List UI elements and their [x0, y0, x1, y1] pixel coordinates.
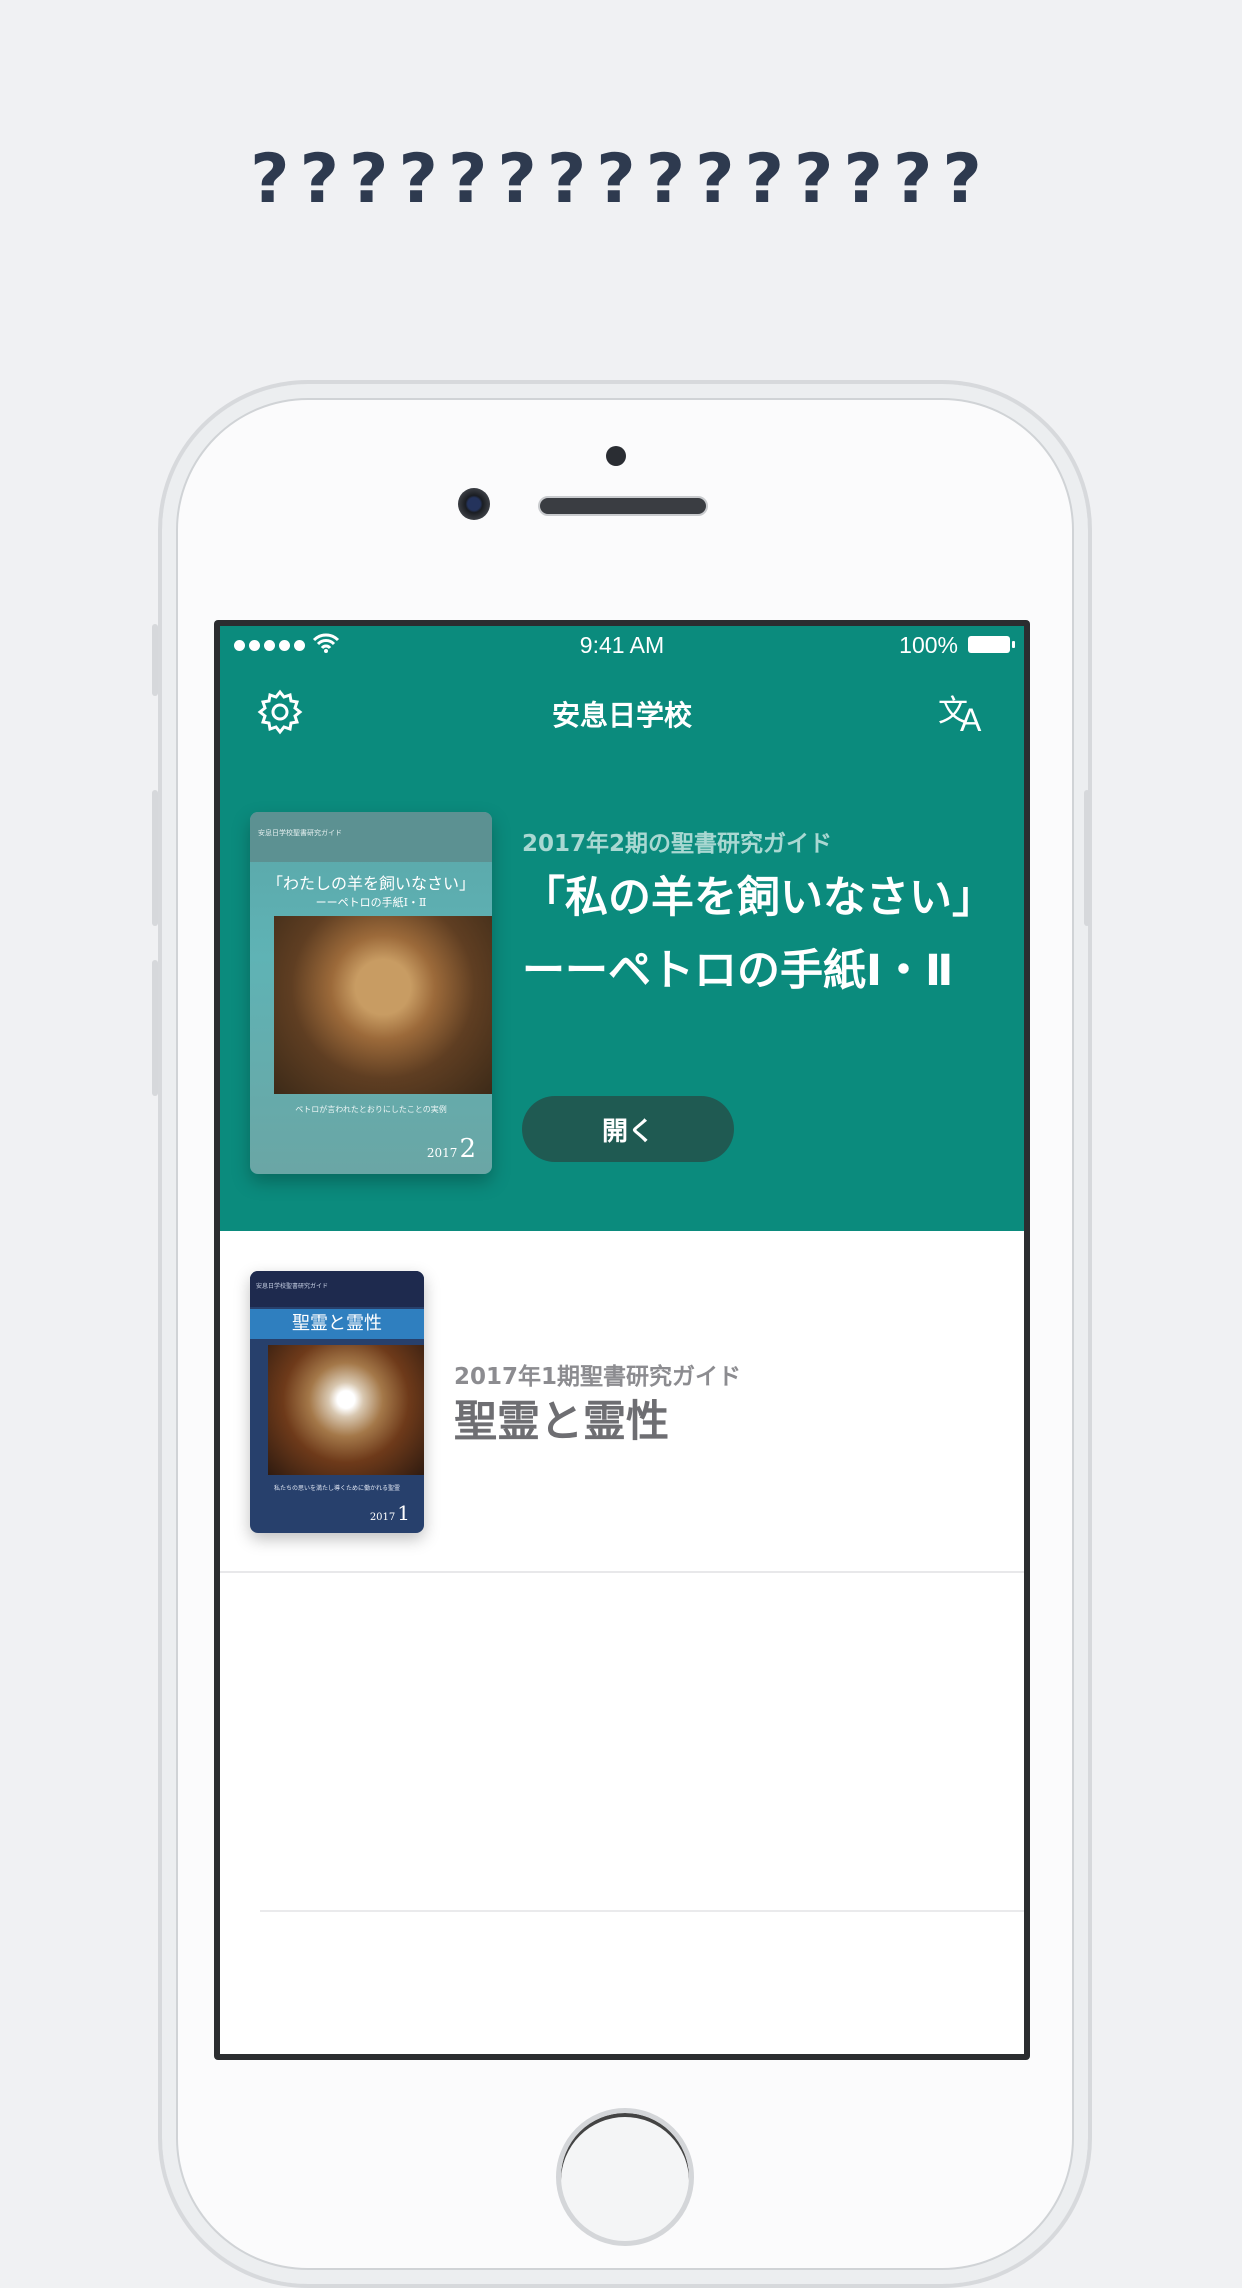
proximity-sensor	[606, 446, 626, 466]
open-button[interactable]: 開く	[522, 1096, 734, 1162]
cover-artwork	[274, 916, 492, 1094]
home-button	[556, 2108, 694, 2246]
list-divider	[260, 1910, 1024, 1912]
featured-kicker: 2017年2期の聖書研究ガイド	[522, 831, 833, 857]
cover-year: 2017 1	[369, 1501, 410, 1525]
cover-band: 安息日学校聖書研究ガイド	[250, 812, 492, 862]
cover-caption: ペトロが言われたとおりにしたことの実例	[295, 1105, 447, 1114]
cover-caption: 私たちの思いを満たし導くために働かれる聖霊	[273, 1485, 400, 1492]
cover-title: 「わたしの羊を飼いなさい」	[266, 874, 475, 893]
featured-section: 9:41 AM 100% 安息日学校 文A 安息日学校聖書研究ガイド 「わたしの…	[220, 626, 1024, 1231]
cover-band: 安息日学校聖書研究ガイド	[250, 1271, 424, 1307]
list-item[interactable]: 安息日学校聖書研究ガイド 聖霊と霊性 私たちの思いを満たし導くために働かれる聖霊…	[220, 1231, 1024, 1573]
cover-artwork	[268, 1345, 424, 1475]
featured-cover[interactable]: 安息日学校聖書研究ガイド 「わたしの羊を飼いなさい」 ーーペトロの手紙Ⅰ・Ⅱ ペ…	[250, 812, 492, 1174]
list-item-title: 聖霊と霊性	[454, 1397, 669, 1447]
cover-subtitle: ーーペトロの手紙Ⅰ・Ⅱ	[315, 896, 427, 909]
list-item-kicker: 2017年1期聖書研究ガイド	[454, 1364, 742, 1390]
front-camera	[458, 488, 490, 520]
phone-screen: 9:41 AM 100% 安息日学校 文A 安息日学校聖書研究ガイド 「わたしの…	[214, 620, 1030, 2060]
power-button	[1084, 790, 1090, 926]
translate-icon[interactable]: 文A	[936, 686, 988, 738]
promo-headline: ???????????????	[250, 140, 992, 219]
volume-up-button	[152, 790, 158, 926]
mute-switch	[152, 624, 158, 696]
cover-year: 20172	[426, 1134, 476, 1164]
battery-percent: 100%	[899, 632, 958, 658]
list-item-cover: 安息日学校聖書研究ガイド 聖霊と霊性 私たちの思いを満たし導くために働かれる聖霊…	[250, 1271, 424, 1533]
featured-title: 「私の羊を飼いなさい」 ーーペトロの手紙Ⅰ・Ⅱ	[522, 873, 1017, 996]
volume-down-button	[152, 960, 158, 1096]
nav-title: 安息日学校	[551, 699, 692, 732]
earpiece-speaker	[538, 496, 708, 516]
cover-title: 聖霊と霊性	[250, 1309, 424, 1339]
battery-icon	[968, 636, 1015, 653]
nav-bar: 安息日学校 文A	[220, 676, 1024, 746]
status-bar: 9:41 AM 100%	[220, 626, 1024, 662]
